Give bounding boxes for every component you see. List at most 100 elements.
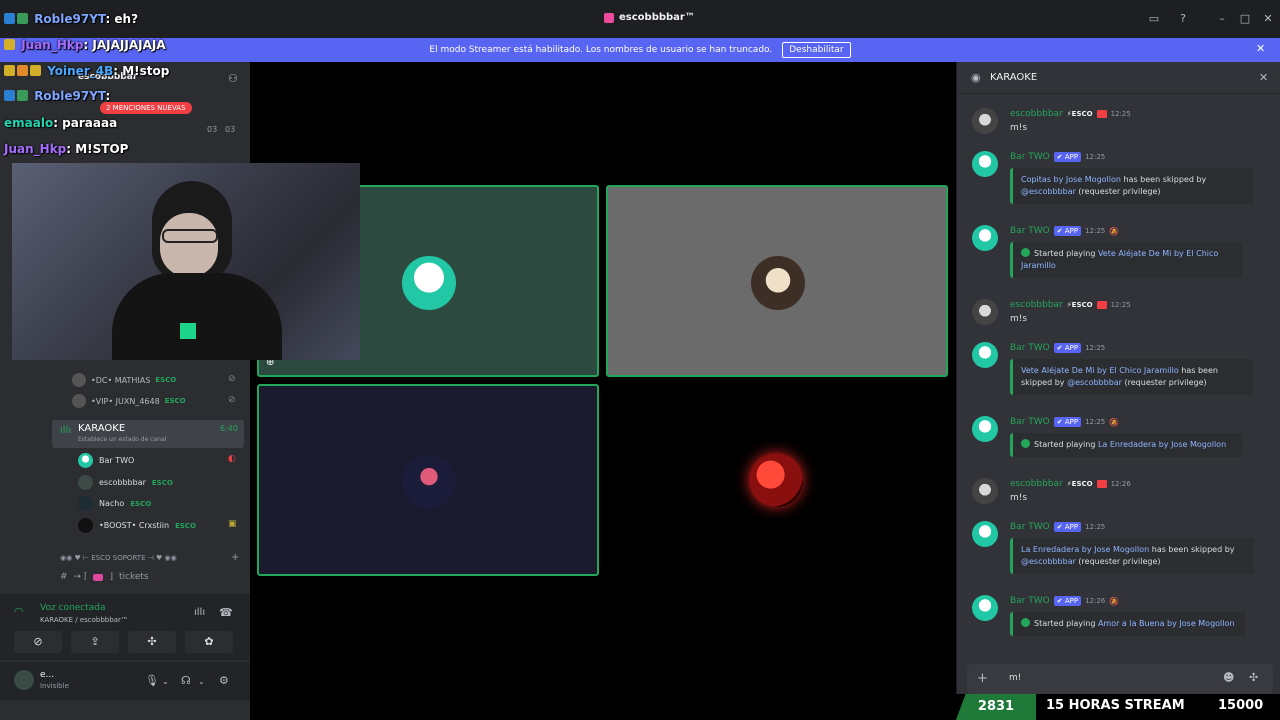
- message-avatar[interactable]: [972, 478, 998, 504]
- attach-plus-icon[interactable]: +: [977, 671, 988, 686]
- embed-song-link[interactable]: La Enredadera by Jose Mogollon: [1098, 440, 1226, 449]
- user-mention[interactable]: @escobbbbar: [1067, 378, 1122, 387]
- message-author[interactable]: Bar TWO: [1010, 343, 1050, 353]
- chat-header: ◉ KARAOKE ✕: [957, 62, 1280, 94]
- message-avatar[interactable]: [972, 416, 998, 442]
- hashtag-icon: #: [60, 572, 68, 582]
- headphones-icon[interactable]: ☊: [181, 674, 191, 687]
- user-panel: e... Invisible 🎙 ⌄ ☊ ⌄ ⚙: [0, 662, 250, 700]
- activities-button[interactable]: ✣: [128, 631, 176, 653]
- message-text: m!s: [1010, 493, 1028, 503]
- message-author[interactable]: escobbbbar: [1010, 479, 1063, 489]
- message-input-box[interactable]: + m! ☻ ✣: [967, 664, 1273, 694]
- new-mentions-pill[interactable]: 2 MENCIONES NUEVAS: [100, 102, 192, 114]
- webcam-body: [112, 273, 282, 360]
- ticket-emoji-icon: [93, 573, 104, 581]
- soundboard-button[interactable]: ✿: [185, 631, 233, 653]
- screen-share-button[interactable]: ⇪: [71, 631, 119, 653]
- participant-avatar: [751, 256, 805, 310]
- chevron-down-icon[interactable]: ⌄: [198, 677, 205, 686]
- category-header[interactable]: ◉◉ ♥ ⊢ ESCO SOPORTE ⊣ ♥ ◉◉: [60, 554, 177, 562]
- message-author[interactable]: Bar TWO: [1010, 152, 1050, 162]
- deafened-icon: ◐: [228, 454, 236, 464]
- user-name[interactable]: e...: [40, 670, 54, 680]
- voice-location[interactable]: KARAOKE / escobbbbar™: [40, 616, 128, 624]
- channel-timer: 6:40: [220, 424, 238, 433]
- help-icon[interactable]: ?: [1175, 11, 1191, 27]
- webcam-face: [160, 213, 218, 277]
- text-chat-panel: ◉ KARAOKE ✕ escobbbbar ⚡ESCO 12:25 m!s B…: [956, 62, 1280, 720]
- message-avatar[interactable]: [972, 151, 998, 177]
- voice-member[interactable]: escobbbbar ESCO: [78, 475, 173, 490]
- microphone-icon[interactable]: 🎙: [145, 674, 159, 687]
- message-author[interactable]: Bar TWO: [1010, 417, 1050, 427]
- close-window-button[interactable]: ✕: [1260, 11, 1276, 27]
- participant-tile[interactable]: [257, 384, 599, 576]
- participant-tile[interactable]: [606, 384, 948, 576]
- embed-song-link[interactable]: Vete Aléjate De Mi by El Chico Jaramillo: [1021, 366, 1179, 375]
- app-badge: ✔ APP: [1053, 152, 1082, 162]
- voice-member[interactable]: •BOOST• Crxstiin ESCO: [78, 518, 196, 533]
- message-avatar[interactable]: [972, 342, 998, 368]
- disable-streamer-mode-button[interactable]: Deshabilitar: [782, 42, 851, 58]
- inbox-icon[interactable]: ▭: [1146, 11, 1162, 27]
- voice-member[interactable]: Nacho ESCO: [78, 496, 151, 511]
- message-avatar[interactable]: [972, 521, 998, 547]
- avatar: [78, 475, 93, 490]
- apps-icon[interactable]: ✣: [1249, 671, 1258, 684]
- user-mention[interactable]: @escobbbbar: [1021, 187, 1076, 196]
- message-author[interactable]: Bar TWO: [1010, 522, 1050, 532]
- channel-tickets[interactable]: # → ⌈ ⌋ tickets: [60, 572, 149, 582]
- banner-close-icon[interactable]: ✕: [1256, 42, 1265, 55]
- close-chat-icon[interactable]: ✕: [1259, 71, 1268, 84]
- stream-count-left: 2831: [956, 694, 1036, 720]
- message-embed: Vete Aléjate De Mi by El Chico Jaramillo…: [1010, 359, 1254, 395]
- emoji-icon[interactable]: ☻: [1223, 671, 1234, 684]
- create-channel-icon[interactable]: +: [231, 552, 239, 563]
- noise-suppression-icon[interactable]: ıllı: [194, 607, 205, 618]
- message-avatar[interactable]: [972, 299, 998, 325]
- message-time: 12:25: [1110, 110, 1131, 118]
- embed-song-link[interactable]: Amor a la Buena by Jose Mogollon: [1098, 619, 1235, 628]
- counter-b: 03: [225, 125, 236, 134]
- message-author[interactable]: escobbbbar: [1010, 109, 1063, 119]
- member-row[interactable]: •DC• MATHIAS ESCO: [72, 373, 176, 387]
- app-badge: ✔ APP: [1053, 522, 1082, 532]
- member-row[interactable]: •VIP• JUXN_4648 ESCO: [72, 394, 186, 408]
- voice-channel-karaoke[interactable]: ıllı KARAOKE Establece un estado de cana…: [52, 420, 244, 448]
- participant-tile[interactable]: [606, 185, 948, 377]
- message-author[interactable]: Bar TWO: [1010, 226, 1050, 236]
- message-avatar[interactable]: [972, 108, 998, 134]
- minimize-button[interactable]: –: [1214, 11, 1230, 27]
- message-input[interactable]: m!: [1009, 673, 1021, 683]
- settings-gear-icon[interactable]: ⚙: [219, 674, 229, 687]
- camera-off-button[interactable]: ⊘: [14, 631, 62, 653]
- message-header: escobbbbar ⚡ESCO 12:25: [1010, 109, 1131, 119]
- esco-tag: ESCO: [155, 376, 177, 384]
- message-avatar[interactable]: [972, 225, 998, 251]
- embed-song-link[interactable]: La Enredadera by Jose Mogollon: [1021, 545, 1149, 554]
- badge-icon: [17, 13, 28, 24]
- chat-title: KARAOKE: [990, 72, 1038, 83]
- message-header: escobbbbar ⚡ESCO 12:26: [1010, 479, 1131, 489]
- message-avatar[interactable]: [972, 595, 998, 621]
- maximize-button[interactable]: □: [1237, 11, 1253, 27]
- add-member-icon[interactable]: ⚇: [228, 72, 238, 85]
- message-author[interactable]: Bar TWO: [1010, 596, 1050, 606]
- chevron-down-icon[interactable]: ⌄: [162, 677, 169, 686]
- muted-icon: ⊘: [228, 374, 236, 384]
- live-icon: [1096, 480, 1107, 488]
- app-badge: ✔ APP: [1053, 417, 1082, 427]
- overlay-chat-line: Yoiner_4B: M!stop: [4, 64, 169, 78]
- disconnect-icon[interactable]: ☎: [219, 606, 233, 619]
- embed-song-link[interactable]: Copitas by Jose Mogollon: [1021, 175, 1121, 184]
- badge-icon: [30, 65, 41, 76]
- participant-avatar: [402, 455, 456, 509]
- voice-member[interactable]: Bar TWO: [78, 453, 134, 468]
- user-mention[interactable]: @escobbbbar: [1021, 557, 1076, 566]
- user-avatar[interactable]: [14, 670, 34, 690]
- message-header: Bar TWO ✔ APP 12:26 🔕: [1010, 596, 1119, 606]
- user-status: Invisible: [40, 682, 69, 690]
- message-author[interactable]: escobbbbar: [1010, 300, 1063, 310]
- badge-icon: [17, 90, 28, 101]
